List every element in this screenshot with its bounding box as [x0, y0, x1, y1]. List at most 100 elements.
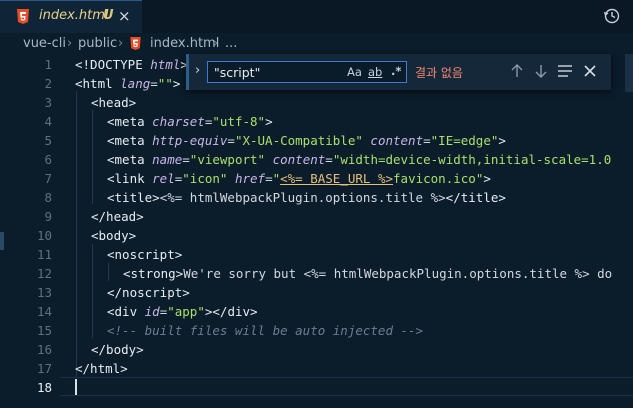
token: <noscript> — [107, 247, 183, 262]
line-number: 10 — [36, 228, 52, 243]
code-line-8: <title><%= htmlWebpackPlugin.options.tit… — [107, 190, 506, 205]
line-number: 8 — [44, 190, 52, 205]
token: favicon.ico — [393, 171, 476, 186]
line-number: 7 — [44, 171, 52, 186]
minimap-scrollbar[interactable] — [625, 54, 633, 92]
history-icon[interactable] — [603, 7, 621, 25]
indent-guide — [92, 110, 93, 204]
git-status-badge: U — [103, 8, 114, 23]
regex-button[interactable]: .* — [391, 64, 401, 78]
line-number: 16 — [36, 342, 52, 357]
token: http-equiv — [152, 133, 228, 148]
arrow-down-icon[interactable] — [532, 62, 550, 80]
html5-icon — [130, 37, 141, 50]
text-cursor — [75, 379, 77, 395]
token: charset — [152, 114, 205, 129]
token: </head> — [91, 209, 144, 224]
token: "icon" — [182, 171, 228, 186]
breadcrumb-separator: › — [67, 36, 73, 51]
find-widget: › "script" Aa ab .* 결과 없음 — [186, 54, 611, 90]
token: <%= BASE_URL %> — [280, 171, 394, 186]
line-number: 14 — [36, 304, 52, 319]
token: = — [227, 133, 235, 148]
line-number: 6 — [44, 152, 52, 167]
token: > — [172, 76, 181, 91]
token: <html — [75, 76, 121, 91]
token: "X-UA-Compatible" — [234, 133, 363, 148]
token: </title> — [445, 190, 506, 205]
token: > — [498, 133, 506, 148]
line-number-active: 18 — [36, 380, 52, 395]
token: <meta — [107, 114, 153, 129]
token: <!DOCTYPE — [75, 57, 151, 72]
token: name — [152, 152, 183, 167]
code-line-16: </body> — [91, 342, 144, 357]
line-number: 11 — [36, 247, 52, 262]
arrow-up-icon[interactable] — [508, 62, 526, 80]
line-number: 4 — [44, 114, 52, 129]
html5-icon — [17, 9, 29, 24]
code-line-1: <!DOCTYPE html> — [75, 57, 188, 72]
find-in-selection-icon[interactable] — [556, 62, 574, 80]
chevron-right-icon: › — [195, 63, 201, 78]
token: = — [423, 133, 431, 148]
token: = — [150, 76, 158, 91]
token: We're sorry but <%= htmlWebpackPlugin.op… — [183, 266, 613, 281]
token: <link — [107, 171, 153, 186]
match-case-button[interactable]: Aa — [347, 65, 362, 79]
token: = — [325, 152, 333, 167]
code-line-7: <link rel="icon" href="<%= BASE_URL %>fa… — [107, 171, 491, 186]
breadcrumb-separator: › — [213, 36, 219, 51]
breadcrumb-item-more[interactable]: ... — [225, 36, 237, 51]
line-number: 2 — [44, 76, 52, 91]
find-input[interactable]: "script" Aa ab .* — [207, 61, 407, 83]
line-number: 17 — [36, 361, 52, 376]
token: "utf-8" — [212, 114, 266, 129]
token: " — [272, 171, 281, 186]
token: <body> — [91, 228, 137, 243]
breadcrumb-item-vue-cli[interactable]: vue-cli — [23, 36, 66, 51]
token: = — [265, 171, 273, 186]
code-line-10: <body> — [91, 228, 136, 243]
indent-guide — [92, 244, 93, 338]
breadcrumb-item-public[interactable]: public — [78, 36, 117, 51]
token: ></div> — [204, 304, 258, 319]
token: <!-- built files will be auto injected -… — [107, 323, 424, 338]
tab-bar: index.html U × — [0, 0, 633, 33]
token: "viewport" — [189, 152, 266, 167]
token: "IE=edge" — [430, 133, 499, 148]
line-number: 13 — [36, 285, 52, 300]
line-number: 5 — [44, 133, 52, 148]
token: <head> — [91, 95, 137, 110]
token: content — [272, 152, 326, 167]
token: <meta — [107, 152, 153, 167]
tab-label: index.html — [39, 8, 109, 23]
toggle-replace-button[interactable]: › — [186, 54, 204, 90]
breadcrumb-separator: › — [118, 36, 124, 51]
token: "app" — [167, 304, 205, 319]
token: <div — [107, 304, 145, 319]
tab-close-button[interactable]: × — [118, 7, 131, 25]
token: id — [144, 304, 160, 319]
code-line-9: </head> — [91, 209, 144, 224]
code-line-4: <meta charset="utf-8"> — [107, 114, 273, 129]
breadcrumb-item-index-html[interactable]: index.html — [150, 36, 219, 51]
line-number: 1 — [44, 57, 52, 72]
code-line-15: <!-- built files will be auto injected -… — [107, 323, 423, 338]
line-number: 15 — [36, 323, 52, 338]
token: > — [483, 171, 491, 186]
find-input-value: "script" — [214, 65, 261, 80]
line-number: 12 — [36, 266, 52, 281]
breadcrumb: vue-cli › public › index.html › ... — [0, 33, 633, 54]
token: href — [234, 171, 266, 186]
code-editor[interactable]: 1 2 3 4 5 6 7 8 9 10 11 12 13 14 15 16 1… — [0, 54, 633, 408]
current-line-highlight — [60, 377, 633, 396]
token: <%= htmlWebpackPlugin.options.title %> — [159, 190, 446, 205]
tab-index-html[interactable]: index.html U × — [0, 0, 142, 33]
token: lang — [120, 76, 151, 91]
whole-word-button[interactable]: ab — [368, 65, 382, 79]
close-icon[interactable] — [581, 62, 599, 80]
code-line-17: </html> — [75, 361, 128, 376]
